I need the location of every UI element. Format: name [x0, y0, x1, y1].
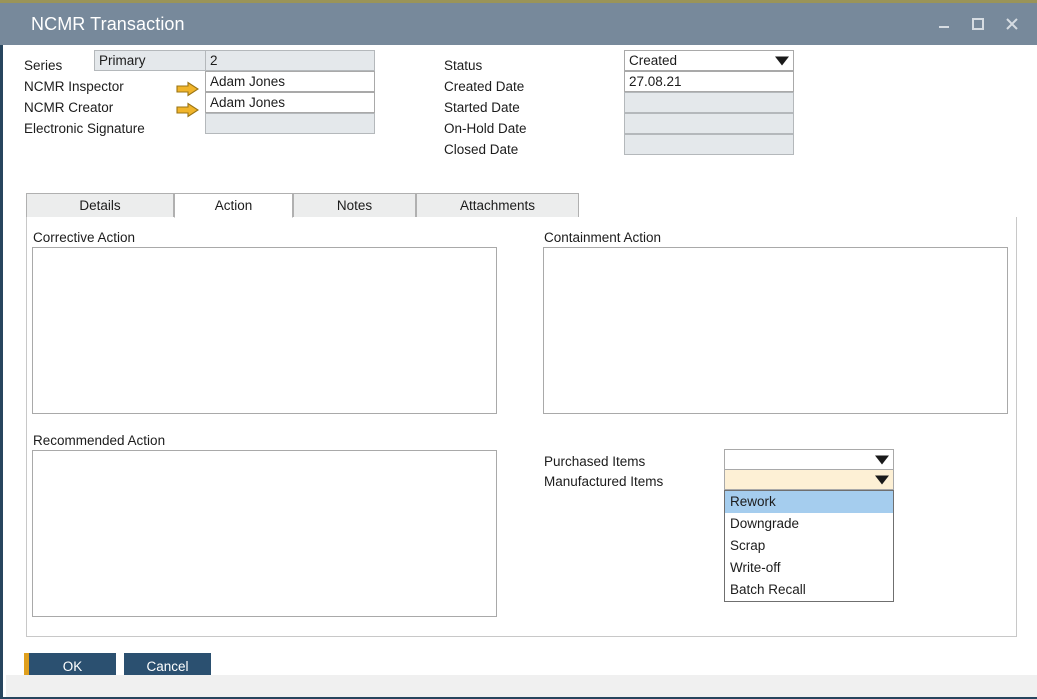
chevron-down-icon [875, 455, 889, 464]
maximize-button[interactable] [961, 3, 995, 45]
chevron-down-icon [775, 56, 789, 65]
corrective-action-textarea[interactable] [32, 247, 497, 414]
window-title: NCMR Transaction [31, 14, 185, 35]
label-corrective-action: Corrective Action [33, 231, 135, 245]
minimize-button[interactable] [927, 3, 961, 45]
recommended-action-textarea[interactable] [32, 450, 497, 617]
title-bar[interactable]: NCMR Transaction [0, 3, 1037, 45]
chevron-down-icon [875, 475, 889, 484]
series-type-field[interactable]: Primary [94, 50, 214, 71]
dropdown-option[interactable]: Rework [725, 491, 893, 513]
on-hold-date-field[interactable] [624, 113, 794, 134]
tab-notes[interactable]: Notes [293, 193, 416, 218]
dropdown-option[interactable]: Scrap [725, 535, 893, 557]
window-bottom-strip [6, 675, 1037, 697]
label-electronic-signature: Electronic Signature [24, 122, 145, 136]
tab-details[interactable]: Details [26, 193, 174, 218]
label-containment-action: Containment Action [544, 231, 661, 245]
ncmr-inspector-field[interactable]: Adam Jones [205, 71, 375, 92]
link-arrow-icon[interactable] [176, 102, 200, 118]
minimize-icon [937, 17, 951, 31]
label-manufactured-items: Manufactured Items [544, 475, 663, 489]
manufactured-items-combo[interactable] [724, 469, 894, 490]
label-recommended-action: Recommended Action [33, 434, 165, 448]
label-status: Status [444, 59, 482, 73]
tab-attachments[interactable]: Attachments [416, 193, 579, 218]
label-started-date: Started Date [444, 101, 520, 115]
purchased-items-combo[interactable] [724, 449, 894, 470]
series-number-field[interactable]: 2 [205, 50, 375, 71]
action-tab-panel: Corrective Action Containment Action Rec… [26, 217, 1017, 637]
label-created-date: Created Date [444, 80, 524, 94]
dropdown-option[interactable]: Batch Recall [725, 579, 893, 601]
status-value: Created [629, 53, 677, 68]
close-button[interactable] [995, 3, 1029, 45]
label-purchased-items: Purchased Items [544, 455, 645, 469]
ncmr-creator-field[interactable]: Adam Jones [205, 92, 375, 113]
closed-date-field[interactable] [624, 134, 794, 155]
ncmr-transaction-window: NCMR Transaction Series Primary [0, 0, 1037, 699]
window-controls [927, 3, 1029, 45]
manufactured-items-dropdown-list[interactable]: ReworkDowngradeScrapWrite-offBatch Recal… [724, 490, 894, 602]
label-closed-date: Closed Date [444, 143, 518, 157]
label-series: Series [24, 59, 62, 73]
label-on-hold-date: On-Hold Date [444, 122, 527, 136]
label-ncmr-creator: NCMR Creator [24, 101, 113, 115]
tab-action[interactable]: Action [174, 193, 293, 218]
label-ncmr-inspector: NCMR Inspector [24, 80, 124, 94]
tab-strip: Details Action Notes Attachments [26, 193, 1017, 218]
electronic-signature-field[interactable] [205, 113, 375, 134]
link-arrow-icon[interactable] [176, 81, 200, 97]
status-combo[interactable]: Created [624, 50, 794, 71]
window-frame: Series Primary 2 NCMR Inspector Adam Jon… [0, 45, 1037, 699]
dropdown-option[interactable]: Downgrade [725, 513, 893, 535]
window-content: Series Primary 2 NCMR Inspector Adam Jon… [6, 45, 1037, 697]
close-icon [1004, 16, 1020, 32]
dropdown-option[interactable]: Write-off [725, 557, 893, 579]
containment-action-textarea[interactable] [543, 247, 1008, 414]
created-date-field[interactable]: 27.08.21 [624, 71, 794, 92]
started-date-field[interactable] [624, 92, 794, 113]
maximize-icon [970, 16, 986, 32]
